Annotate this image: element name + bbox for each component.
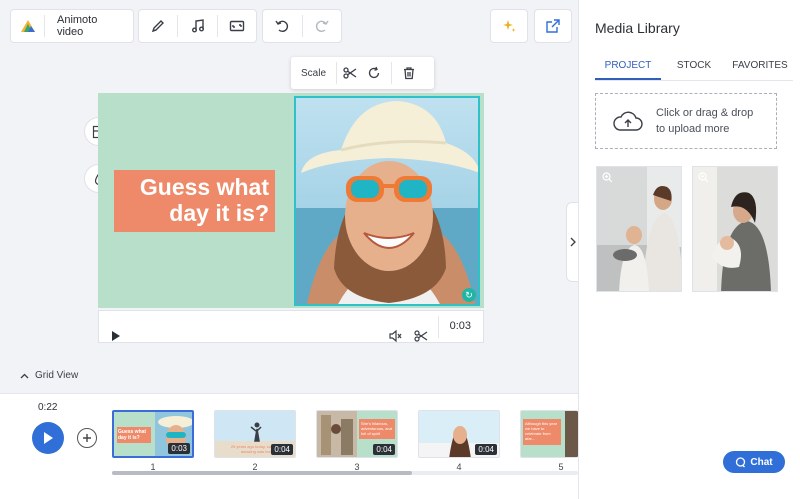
upload-instructions: Click or drag & drop to upload more xyxy=(656,105,753,137)
grid-view-label: Grid View xyxy=(35,370,79,381)
chevron-up-icon xyxy=(20,373,29,378)
upload-line-1: Click or drag & drop xyxy=(656,107,754,119)
panel-title: Media Library xyxy=(595,20,680,36)
timeline-scrollbar[interactable] xyxy=(112,471,578,475)
media-item-2[interactable] xyxy=(692,166,778,292)
tab-project[interactable]: PROJECT xyxy=(595,57,661,80)
timeline: 0:22 Guess what day it is? 0:03 1 25 yea… xyxy=(0,393,578,499)
share-button[interactable] xyxy=(534,9,572,43)
upload-dropzone[interactable]: Click or drag & drop to upload more xyxy=(595,93,777,149)
media-library-panel: Media Library PROJECT STOCK FAVORITES Cl… xyxy=(578,0,800,499)
chat-bubble-icon xyxy=(736,456,746,467)
aspect-ratio-icon[interactable] xyxy=(218,10,256,42)
timeline-clip-5[interactable]: Although this year we have to celebrate … xyxy=(520,410,578,458)
trash-icon[interactable] xyxy=(392,57,426,89)
rotate-handle-icon[interactable]: ↻ xyxy=(462,288,476,302)
preview-player: 0:03 xyxy=(98,310,484,343)
media-thumbnail-image xyxy=(693,167,777,291)
media-tabs: PROJECT STOCK FAVORITES xyxy=(595,57,793,81)
tools-group xyxy=(138,9,257,43)
caption-text-box[interactable]: Guess what day it is? xyxy=(114,170,275,232)
clip-duration: 0:04 xyxy=(373,444,395,455)
music-icon[interactable] xyxy=(178,10,216,42)
clip-caption: She's hilarious, adventurous, and full o… xyxy=(361,421,392,436)
play-icon[interactable] xyxy=(111,320,121,351)
trim-scissors-icon[interactable] xyxy=(414,320,428,351)
refresh-icon[interactable] xyxy=(363,57,385,89)
history-group xyxy=(262,9,342,43)
scissors-icon[interactable] xyxy=(337,57,363,89)
media-thumbnail-image xyxy=(597,167,681,291)
cloud-upload-icon xyxy=(613,111,643,131)
scrollbar-thumb[interactable] xyxy=(112,471,412,475)
video-canvas[interactable]: Guess what day it is? ↻ xyxy=(98,93,484,308)
volume-icon[interactable] xyxy=(388,320,402,351)
add-block-button[interactable] xyxy=(77,428,97,448)
media-item-1[interactable] xyxy=(596,166,682,292)
play-all-button[interactable] xyxy=(32,422,64,454)
animoto-logo-icon[interactable] xyxy=(11,10,44,42)
upload-line-2: to upload more xyxy=(656,123,730,135)
zoom-in-icon[interactable] xyxy=(698,172,709,183)
timeline-clip-4[interactable]: 0:04 xyxy=(418,410,500,458)
project-name[interactable]: Animoto video xyxy=(45,14,133,38)
total-duration: 0:22 xyxy=(38,402,58,413)
clip-photo[interactable]: ↻ xyxy=(294,96,480,306)
tab-favorites[interactable]: FAVORITES xyxy=(727,57,793,80)
grid-view-toggle[interactable]: Grid View xyxy=(20,370,78,381)
brand-group: Animoto video xyxy=(10,9,134,43)
chat-button[interactable]: Chat xyxy=(723,451,785,473)
play-icon xyxy=(44,432,53,444)
redo-icon[interactable] xyxy=(302,10,341,42)
share-export-icon xyxy=(535,10,571,42)
clip-toolbar: Scale xyxy=(291,57,434,89)
divider xyxy=(438,316,439,338)
video-editor: Animoto video Scale Guess what day it is… xyxy=(0,0,579,499)
woman-photo-image xyxy=(296,98,478,304)
timeline-clip-2[interactable]: 25 years ago today, someone amazing was … xyxy=(214,410,296,458)
magic-button[interactable] xyxy=(490,9,528,43)
clip-caption: Although this year we have to celebrate … xyxy=(525,421,558,441)
clip-caption: Guess what day it is? xyxy=(118,429,147,441)
clip-duration: 0:03 xyxy=(168,443,190,454)
scale-button[interactable]: Scale xyxy=(291,68,336,79)
pen-icon[interactable] xyxy=(139,10,177,42)
clip-duration: 0:04 xyxy=(271,444,293,455)
timeline-clip-3[interactable]: She's hilarious, adventurous, and full o… xyxy=(316,410,398,458)
undo-icon[interactable] xyxy=(263,10,302,42)
chevron-right-icon xyxy=(570,237,576,247)
tab-stock[interactable]: STOCK xyxy=(661,57,727,80)
chat-label: Chat xyxy=(750,456,773,468)
magic-sparkle-icon xyxy=(491,10,527,42)
clip-time: 0:03 xyxy=(449,320,471,332)
clip-duration: 0:04 xyxy=(475,444,497,455)
zoom-in-icon[interactable] xyxy=(602,172,613,183)
plus-icon xyxy=(83,434,91,442)
timeline-clip-1[interactable]: Guess what day it is? 0:03 xyxy=(112,410,194,458)
